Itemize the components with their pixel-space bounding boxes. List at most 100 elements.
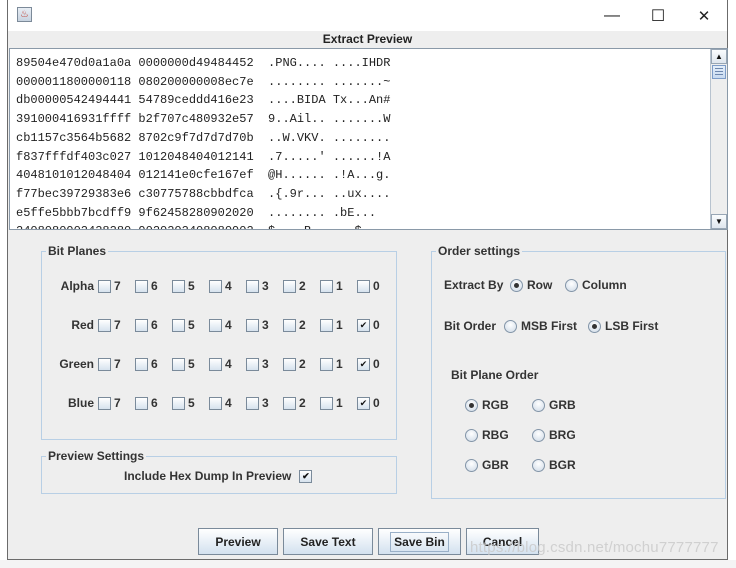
bit-checkbox[interactable] [357, 279, 370, 293]
bit-4-option[interactable]: 4 [209, 357, 246, 371]
bit-checkbox[interactable] [283, 357, 296, 371]
bit-checkbox[interactable] [209, 318, 222, 332]
bit-checkbox[interactable] [320, 279, 333, 293]
bit-checkbox[interactable] [172, 357, 185, 371]
bit-0-option[interactable]: 0 [357, 396, 394, 410]
bit-2-option[interactable]: 2 [283, 396, 320, 410]
bit-checkbox[interactable] [135, 279, 148, 293]
minimize-button[interactable]: — [589, 0, 635, 31]
bit-checkbox[interactable] [357, 357, 370, 371]
bit-checkbox[interactable] [246, 318, 259, 332]
radio-button[interactable] [565, 278, 578, 292]
bit-checkbox[interactable] [209, 357, 222, 371]
bit-plane-order-grb-radio[interactable]: GRB [532, 398, 576, 412]
bit-checkbox[interactable] [246, 396, 259, 410]
bit-5-option[interactable]: 5 [172, 396, 209, 410]
bit-7-option[interactable]: 7 [98, 318, 135, 332]
radio-label: Column [582, 278, 627, 292]
bit-1-option[interactable]: 1 [320, 318, 357, 332]
radio-button[interactable] [465, 398, 478, 412]
bit-checkbox[interactable] [135, 318, 148, 332]
bit-3-option[interactable]: 3 [246, 318, 283, 332]
bit-checkbox[interactable] [283, 318, 296, 332]
radio-button[interactable] [510, 278, 523, 292]
bit-plane-order-brg-radio[interactable]: BRG [532, 428, 576, 442]
bit-checkbox[interactable] [320, 396, 333, 410]
bit-7-option[interactable]: 7 [98, 279, 135, 293]
bit-2-option[interactable]: 2 [283, 357, 320, 371]
bit-7-option[interactable]: 7 [98, 357, 135, 371]
include-hex-dump-checkbox[interactable] [299, 469, 313, 483]
bit-checkbox[interactable] [135, 396, 148, 410]
preview-button[interactable]: Preview [198, 528, 278, 555]
bit-checkbox[interactable] [98, 357, 111, 371]
bit-2-option[interactable]: 2 [283, 318, 320, 332]
bit-checkbox[interactable] [283, 279, 296, 293]
bit-4-option[interactable]: 4 [209, 318, 246, 332]
bit-order-msb-first-radio[interactable]: MSB First [504, 319, 577, 333]
bit-plane-row-alpha: Alpha 7 6 5 4 3 2 1 0 [42, 276, 394, 296]
bit-checkbox[interactable] [98, 396, 111, 410]
maximize-button[interactable]: ☐ [635, 0, 681, 31]
radio-button[interactable] [465, 458, 478, 472]
radio-button[interactable] [504, 319, 517, 333]
bit-plane-order-rgb-radio[interactable]: RGB [465, 398, 509, 412]
bit-checkbox[interactable] [98, 279, 111, 293]
vertical-scrollbar[interactable]: ▲ ▼ [710, 49, 727, 229]
radio-button[interactable] [588, 319, 601, 333]
bit-5-option[interactable]: 5 [172, 357, 209, 371]
bit-0-option[interactable]: 0 [357, 318, 394, 332]
bit-3-option[interactable]: 3 [246, 396, 283, 410]
bit-checkbox[interactable] [320, 357, 333, 371]
bit-checkbox[interactable] [246, 279, 259, 293]
save-bin-button[interactable]: Save Bin [378, 528, 461, 555]
bit-5-option[interactable]: 5 [172, 318, 209, 332]
bit-1-option[interactable]: 1 [320, 396, 357, 410]
preview-text-area[interactable]: 89504e470d0a1a0a 0000000d49484452 .PNG..… [9, 48, 728, 230]
scroll-up-arrow-icon[interactable]: ▲ [711, 49, 727, 64]
maximize-icon: ☐ [650, 7, 666, 25]
bit-plane-order-bgr-radio[interactable]: BGR [532, 458, 576, 472]
bit-checkbox[interactable] [209, 279, 222, 293]
bit-0-option[interactable]: 0 [357, 279, 394, 293]
bit-1-option[interactable]: 1 [320, 357, 357, 371]
close-button[interactable]: ✕ [681, 0, 727, 31]
extract-by-column-radio[interactable]: Column [565, 278, 627, 292]
radio-button[interactable] [532, 428, 545, 442]
radio-button[interactable] [532, 398, 545, 412]
bit-6-option[interactable]: 6 [135, 357, 172, 371]
bit-5-option[interactable]: 5 [172, 279, 209, 293]
bit-order-lsb-first-radio[interactable]: LSB First [588, 319, 658, 333]
bit-checkbox[interactable] [172, 396, 185, 410]
extract-by-row-radio[interactable]: Row [510, 278, 552, 292]
bit-checkbox[interactable] [209, 396, 222, 410]
bit-plane-order-rbg-radio[interactable]: RBG [465, 428, 509, 442]
bit-checkbox[interactable] [320, 318, 333, 332]
bit-3-option[interactable]: 3 [246, 279, 283, 293]
radio-button[interactable] [465, 428, 478, 442]
bit-6-option[interactable]: 6 [135, 279, 172, 293]
bit-checkbox[interactable] [246, 357, 259, 371]
save-text-button[interactable]: Save Text [283, 528, 373, 555]
bit-checkbox[interactable] [98, 318, 111, 332]
bit-4-option[interactable]: 4 [209, 396, 246, 410]
bit-checkbox[interactable] [283, 396, 296, 410]
bit-checkbox[interactable] [135, 357, 148, 371]
bit-checkbox[interactable] [172, 279, 185, 293]
bit-1-option[interactable]: 1 [320, 279, 357, 293]
bit-6-option[interactable]: 6 [135, 318, 172, 332]
bit-plane-order-gbr-radio[interactable]: GBR [465, 458, 509, 472]
bit-6-option[interactable]: 6 [135, 396, 172, 410]
bit-checkbox[interactable] [357, 396, 370, 410]
bit-0-option[interactable]: 0 [357, 357, 394, 371]
bit-3-option[interactable]: 3 [246, 357, 283, 371]
bit-7-option[interactable]: 7 [98, 396, 135, 410]
bit-checkbox[interactable] [172, 318, 185, 332]
scrollbar-thumb[interactable] [712, 65, 726, 79]
bit-checkbox[interactable] [357, 318, 370, 332]
bit-2-option[interactable]: 2 [283, 279, 320, 293]
bit-4-option[interactable]: 4 [209, 279, 246, 293]
scroll-down-arrow-icon[interactable]: ▼ [711, 214, 727, 229]
radio-button[interactable] [532, 458, 545, 472]
include-hex-dump-option[interactable]: Include Hex Dump In Preview [124, 469, 315, 483]
